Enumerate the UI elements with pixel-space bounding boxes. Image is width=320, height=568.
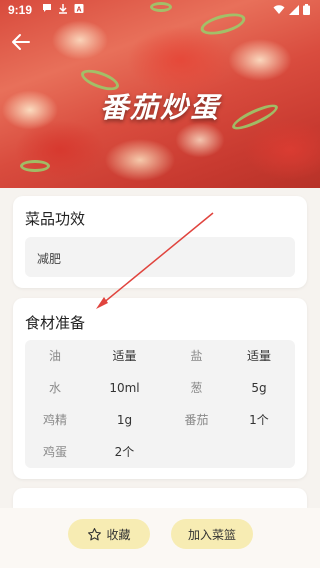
- ingredient-name: 鸡蛋: [42, 445, 67, 459]
- ingredient-amount: 1g: [116, 413, 133, 427]
- ingredient-amount: 适量: [112, 349, 137, 363]
- wifi-icon: [273, 4, 285, 14]
- status-bar: 9:19 A: [0, 0, 320, 22]
- ingredient-name: 油: [48, 349, 61, 363]
- ingredients-table: 油 适量 盐 适量 水 10ml 葱 5g 鸡精 1g 番茄 1个 鸡蛋 2个: [25, 340, 295, 468]
- download-icon: [59, 4, 67, 14]
- battery-icon: [303, 4, 310, 15]
- bottom-action-bar: 收藏 加入菜篮: [0, 508, 320, 568]
- system-icons: [273, 4, 310, 15]
- svg-text:A: A: [76, 7, 81, 14]
- ingredient-name: 盐: [190, 349, 203, 363]
- dish-title: 番茄炒蛋: [99, 91, 220, 124]
- effect-text: 减肥: [37, 252, 62, 266]
- ingredient-row: 油 适量 盐 适量: [25, 340, 295, 372]
- ingredient-amount: 2个: [114, 445, 135, 459]
- ingredient-name: 葱: [190, 381, 203, 395]
- chat-bubble-icon: [43, 4, 51, 12]
- status-time: 9:19: [8, 3, 33, 17]
- effect-card-title: 菜品功效: [25, 210, 86, 228]
- ingredients-card: 食材准备 油 适量 盐 适量 水 10ml 葱 5g 鸡精 1g 番茄 1个 鸡…: [13, 298, 307, 479]
- ingredient-amount: 10ml: [109, 381, 140, 395]
- ingredients-card-title: 食材准备: [25, 314, 86, 332]
- effect-card: 菜品功效 减肥: [13, 196, 307, 288]
- add-to-basket-button[interactable]: 加入菜篮: [171, 519, 253, 549]
- add-to-basket-label: 加入菜篮: [187, 527, 236, 542]
- a-badge-icon: A: [74, 4, 84, 14]
- effect-box: 减肥: [25, 237, 295, 277]
- ingredient-name: 鸡精: [42, 413, 67, 427]
- next-card-partial: [13, 488, 307, 508]
- favorite-label: 收藏: [106, 527, 131, 542]
- back-arrow-icon[interactable]: [10, 32, 32, 52]
- ingredient-amount: 适量: [246, 349, 271, 363]
- ingredient-name: 水: [48, 381, 61, 395]
- scallion-garnish: [20, 160, 50, 172]
- ingredient-row: 水 10ml 葱 5g: [25, 372, 295, 404]
- ingredient-amount: 5g: [251, 381, 267, 395]
- dish-hero-image: 番茄炒蛋: [0, 0, 320, 188]
- favorite-button[interactable]: 收藏: [68, 519, 150, 549]
- star-icon: [88, 527, 102, 540]
- ingredient-row: 鸡蛋 2个: [25, 436, 295, 468]
- signal-icon: [289, 4, 299, 15]
- ingredient-row: 鸡精 1g 番茄 1个: [25, 404, 295, 436]
- ingredient-amount: 1个: [249, 413, 269, 427]
- ingredient-name: 番茄: [184, 413, 209, 427]
- notification-icons: A: [42, 3, 84, 14]
